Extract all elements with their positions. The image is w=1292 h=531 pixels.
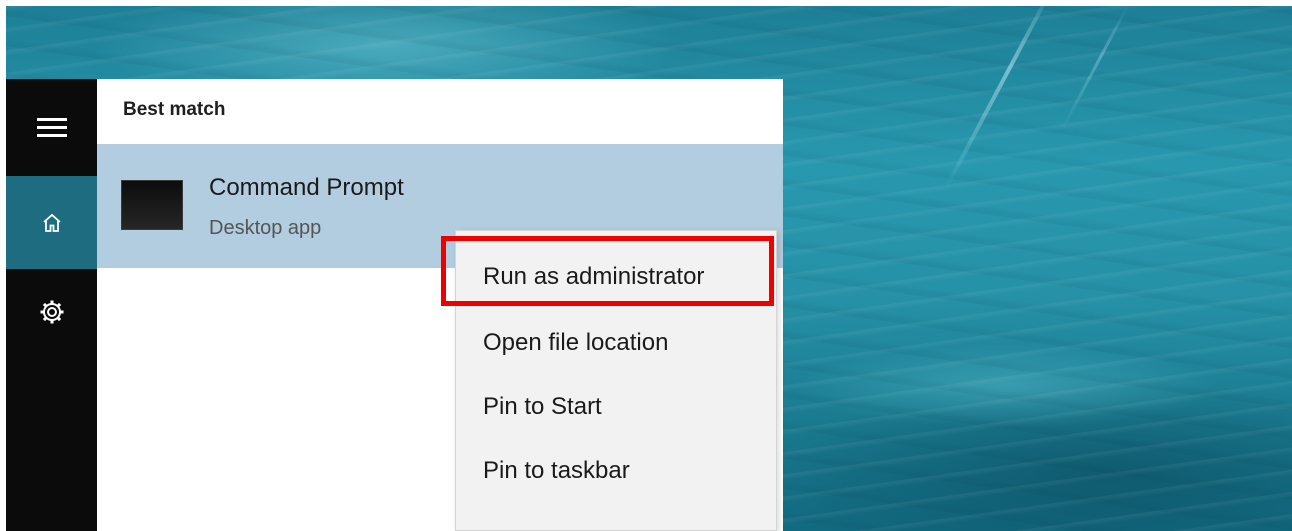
menu-item-pin-to-start[interactable]: Pin to Start <box>456 378 776 436</box>
app-name: Command Prompt <box>209 174 404 201</box>
app-type: Desktop app <box>209 217 322 239</box>
expand-menu-button[interactable] <box>6 79 97 176</box>
best-match-header: Best match <box>123 99 226 120</box>
desktop-wallpaper: Best match Command Prompt Desktop app Ru… <box>6 6 1292 531</box>
context-menu: Run as administrator Open file location … <box>455 230 777 531</box>
home-icon <box>42 213 61 232</box>
menu-item-open-file-location[interactable]: Open file location <box>456 314 776 372</box>
menu-item-pin-to-taskbar[interactable]: Pin to taskbar <box>456 442 776 500</box>
menu-item-run-as-administrator[interactable]: Run as administrator <box>456 248 776 306</box>
command-prompt-icon <box>121 180 183 230</box>
home-button[interactable] <box>6 176 97 269</box>
wallpaper-light-streak <box>943 6 1055 191</box>
hamburger-menu-icon <box>36 113 67 142</box>
wallpaper-light-streak <box>1060 6 1129 132</box>
start-menu-rail <box>6 79 97 531</box>
gear-icon <box>40 300 63 323</box>
settings-button[interactable] <box>6 269 97 354</box>
